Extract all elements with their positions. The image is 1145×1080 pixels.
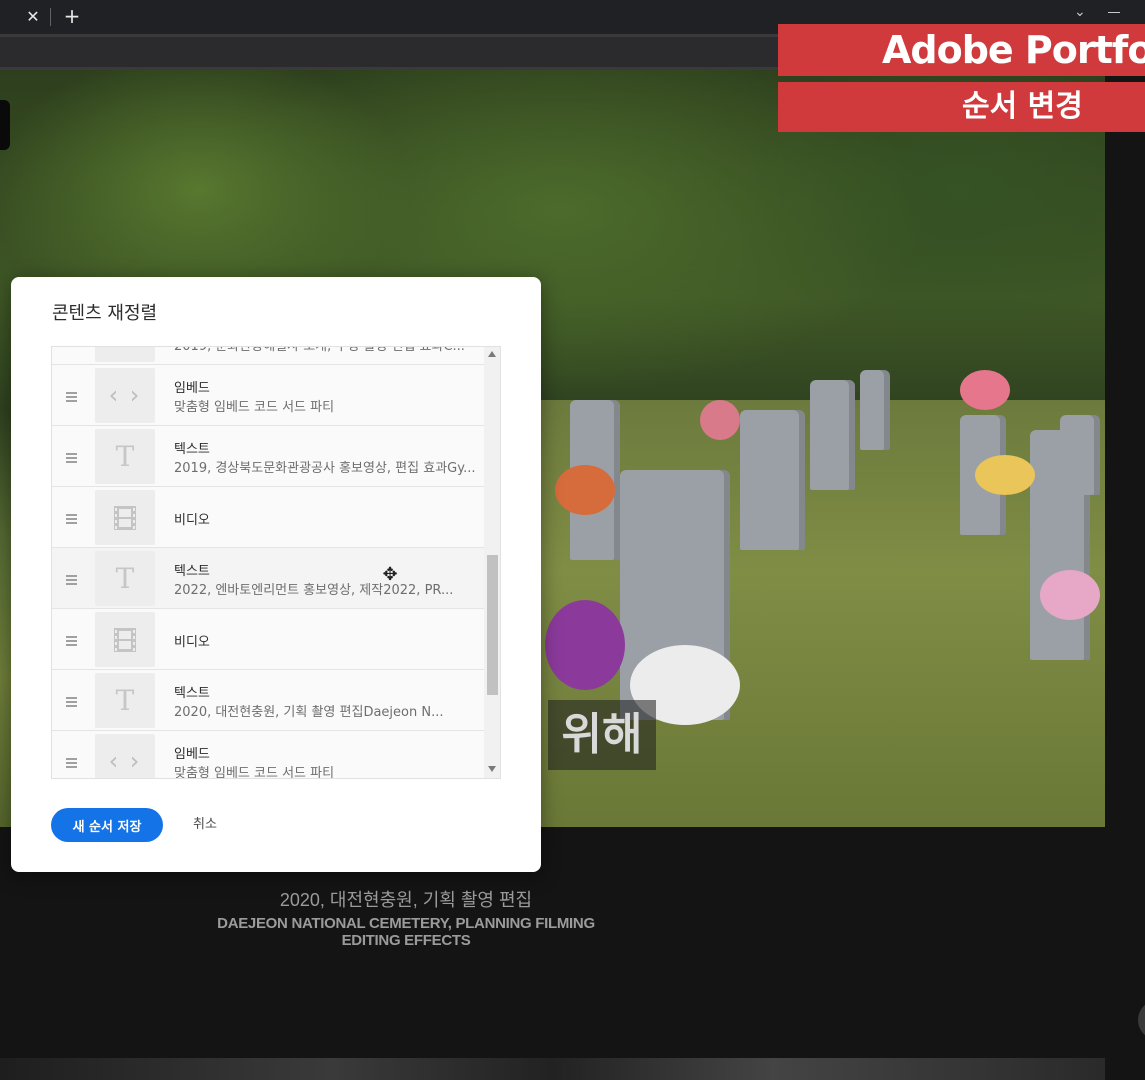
- save-new-order-button[interactable]: 새 순서 저장: [51, 808, 163, 842]
- hero-flowers: [700, 400, 740, 440]
- list-item-type: 비디오: [174, 513, 210, 528]
- scrollbar-thumb[interactable]: [487, 555, 498, 695]
- list-item-description: 맞춤형 임베드 코드 서드 파티: [174, 400, 335, 415]
- list-item-type: 비디오: [174, 635, 210, 650]
- hero-flowers: [975, 455, 1035, 495]
- film-icon: [95, 490, 155, 545]
- hero-flowers: [960, 370, 1010, 410]
- film-icon: [95, 612, 155, 667]
- left-edge-handle[interactable]: [0, 100, 10, 150]
- reorder-list[interactable]: T텍스트2019, 문화관광해설사 소개, 구성 촬영 편집 효과C...‹ ›…: [51, 346, 501, 779]
- hero-flowers: [1040, 570, 1100, 620]
- list-item-description: 2019, 문화관광해설사 소개, 구성 촬영 편집 효과C...: [174, 346, 465, 354]
- list-item-type: 텍스트: [174, 564, 210, 579]
- list-item[interactable]: T 텍스트 2020, 대전현충원, 기획 촬영 편집Daejeon N...: [52, 670, 484, 731]
- hero-stone: [1060, 415, 1100, 495]
- hero-stone: [860, 370, 890, 450]
- minimize-icon[interactable]: [1108, 12, 1120, 13]
- hero-stone: [810, 380, 855, 490]
- drag-handle-icon[interactable]: [66, 758, 77, 770]
- drag-handle-icon[interactable]: [66, 636, 77, 648]
- list-item-type: 텍스트: [174, 442, 210, 457]
- embed-code-icon: ‹ ›: [95, 734, 155, 778]
- scroll-down-arrow-icon[interactable]: [488, 766, 496, 772]
- list-item-description: 2020, 대전현충원, 기획 촬영 편집Daejeon N...: [174, 705, 444, 720]
- new-tab-button[interactable]: +: [60, 5, 84, 29]
- hero-subtitle-overlay: 위해: [548, 700, 656, 770]
- list-scrollbar[interactable]: [484, 347, 500, 778]
- list-item[interactable]: T 텍스트 2022, 엔바토엔리먼트 홍보영상, 제작2022, PR...: [52, 548, 484, 609]
- list-item-type: 임베드: [174, 381, 210, 396]
- list-item-description: 2019, 경상북도문화관광공사 홍보영상, 편집 효과Gy...: [174, 461, 476, 476]
- tab-separator: [50, 8, 51, 26]
- drag-handle-icon[interactable]: [66, 575, 77, 587]
- hero-stone: [740, 410, 805, 550]
- video-caption-subtitle: DAEJEON NATIONAL CEMETERY, PLANNING FILM…: [217, 915, 595, 949]
- embed-code-icon: ‹ ›: [95, 368, 155, 423]
- next-media-strip: [0, 1058, 1105, 1080]
- list-item[interactable]: ‹ › 임베드맞춤형 임베드 코드 서드 파티: [52, 365, 484, 426]
- list-item[interactable]: ‹ › 임베드맞춤형 임베드 코드 서드 파티: [52, 731, 484, 779]
- drag-handle-icon[interactable]: [66, 392, 77, 404]
- video-caption-title: 2020, 대전현충원, 기획 촬영 편집: [279, 890, 533, 910]
- banner-subtitle: 순서 변경: [778, 82, 1145, 132]
- banner-title: Adobe Portfolio: [778, 24, 1145, 76]
- list-item[interactable]: T텍스트2019, 문화관광해설사 소개, 구성 촬영 편집 효과C...: [52, 346, 484, 365]
- list-item[interactable]: 비디오: [52, 487, 484, 548]
- drag-handle-icon[interactable]: [66, 514, 77, 526]
- text-type-icon: T: [95, 347, 155, 362]
- dialog-title: 콘텐츠 재정렬: [52, 303, 158, 324]
- list-item[interactable]: T 텍스트 2019, 경상북도문화관광공사 홍보영상, 편집 효과Gy...: [52, 426, 484, 487]
- text-type-icon: T: [95, 673, 155, 728]
- list-item-description: 2022, 엔바토엔리먼트 홍보영상, 제작2022, PR...: [174, 583, 454, 598]
- text-type-icon: T: [95, 551, 155, 606]
- list-item-type: 텍스트: [174, 686, 210, 701]
- move-cursor-icon: ✥: [382, 564, 398, 585]
- drag-handle-icon[interactable]: [66, 697, 77, 709]
- list-item[interactable]: 비디오: [52, 609, 484, 670]
- cancel-button[interactable]: 취소: [181, 808, 229, 842]
- hero-flowers: [555, 465, 615, 515]
- list-item-type: 임베드: [174, 747, 210, 762]
- drag-handle-icon[interactable]: [66, 453, 77, 465]
- scroll-up-arrow-icon[interactable]: [488, 351, 496, 357]
- text-type-icon: T: [95, 429, 155, 484]
- hero-flowers: [545, 600, 625, 690]
- list-item-description: 맞춤형 임베드 코드 서드 파티: [174, 766, 335, 779]
- close-tab-icon[interactable]: ✕: [22, 6, 44, 28]
- reorder-content-dialog: 콘텐츠 재정렬 T텍스트2019, 문화관광해설사 소개, 구성 촬영 편집 효…: [11, 277, 541, 872]
- tab-list-icon[interactable]: ⌄: [1074, 4, 1086, 20]
